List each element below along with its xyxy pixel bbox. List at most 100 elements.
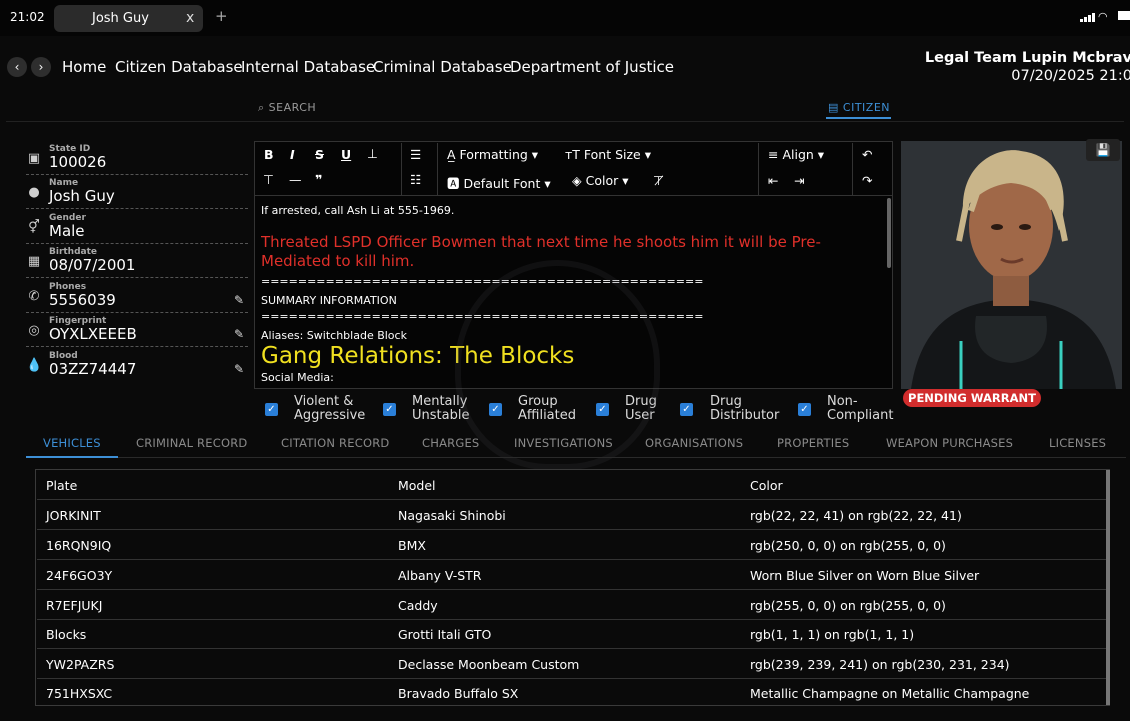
font-label: Default Font bbox=[463, 176, 541, 191]
table-row[interactable]: YW2PAZRS Declasse Moonbeam Custom rgb(23… bbox=[37, 649, 1107, 679]
table-row[interactable]: 16RQN9IQ BMX rgb(250, 0, 0) on rgb(255, … bbox=[37, 530, 1107, 560]
document-icon: ▤ bbox=[828, 101, 843, 114]
editor-scrollbar[interactable] bbox=[887, 198, 891, 268]
tab-charges[interactable]: CHARGES bbox=[422, 436, 479, 450]
nav-citizen-database[interactable]: Citizen Database bbox=[115, 58, 243, 76]
font-size-label: Font Size bbox=[583, 147, 641, 162]
citizen-photo bbox=[901, 141, 1122, 389]
strikethrough-icon[interactable]: S bbox=[315, 147, 324, 162]
search-tab-label: SEARCH bbox=[268, 101, 317, 114]
table-row[interactable]: 751HXSXC Bravado Buffalo SX Metallic Cha… bbox=[37, 678, 1107, 708]
cell-color: rgb(250, 0, 0) on rgb(255, 0, 0) bbox=[750, 538, 946, 553]
toolbar-separator bbox=[852, 143, 853, 195]
violent-checkbox[interactable]: ✓ bbox=[265, 403, 278, 416]
table-header: Plate Model Color bbox=[37, 470, 1107, 500]
tab-weapon-purchases[interactable]: WEAPON PURCHASES bbox=[886, 436, 1013, 450]
search-icon: ⌕ bbox=[258, 101, 269, 114]
new-tab-icon[interactable]: + bbox=[215, 7, 228, 25]
drug-distributor-checkbox[interactable]: ✓ bbox=[680, 403, 693, 416]
field-value: 03ZZ74447 bbox=[49, 360, 137, 378]
field-value: Josh Guy bbox=[49, 187, 115, 205]
edit-pencil-icon[interactable]: ✎ bbox=[234, 327, 244, 341]
cell-color: Metallic Champagne on Metallic Champagne bbox=[750, 686, 1030, 701]
state-id-field: ▣ State ID 100026 bbox=[26, 141, 248, 175]
cell-model: Declasse Moonbeam Custom bbox=[398, 657, 580, 672]
tab-organisations[interactable]: ORGANISATIONS bbox=[645, 436, 743, 450]
edit-pencil-icon[interactable]: ✎ bbox=[234, 362, 244, 376]
person-icon: ● bbox=[28, 185, 40, 200]
tab-vehicles[interactable]: VEHICLES bbox=[43, 436, 101, 450]
table-scrollbar[interactable] bbox=[1106, 470, 1110, 705]
field-value: OYXLXEEEB bbox=[49, 325, 137, 343]
font-size-dropdown[interactable]: ᴛT Font Size ▾ bbox=[565, 147, 651, 162]
toolbar-separator bbox=[401, 143, 402, 195]
cell-plate: YW2PAZRS bbox=[46, 657, 115, 672]
undo-icon[interactable]: ↶ bbox=[862, 147, 872, 162]
blood-drop-icon: 💧 bbox=[26, 358, 43, 373]
non-compliant-checkbox[interactable]: ✓ bbox=[798, 403, 811, 416]
bold-icon[interactable]: B bbox=[264, 147, 274, 162]
back-button[interactable]: ‹ bbox=[7, 57, 27, 77]
horizontal-rule-icon[interactable]: — bbox=[289, 172, 302, 187]
tab-properties[interactable]: PROPERTIES bbox=[777, 436, 849, 450]
blood-field: 💧 Blood 03ZZ74447 ✎ bbox=[26, 348, 248, 382]
signal-icon bbox=[1080, 12, 1096, 22]
clear-format-icon[interactable]: ⊤̸ bbox=[653, 173, 664, 188]
nav-department-of-justice[interactable]: Department of Justice bbox=[510, 58, 674, 76]
edit-pencil-icon[interactable]: ✎ bbox=[234, 293, 244, 307]
font-family-dropdown[interactable]: 🅰 Default Font ▾ bbox=[447, 173, 551, 192]
search-tab[interactable]: ⌕ SEARCH bbox=[258, 101, 316, 115]
tab-licenses[interactable]: LICENSES bbox=[1049, 436, 1106, 450]
table-row[interactable]: 24F6GO3Y Albany V-STR Worn Blue Silver o… bbox=[37, 560, 1107, 590]
cell-color: rgb(239, 239, 241) on rgb(230, 231, 234) bbox=[750, 657, 1010, 672]
italic-icon[interactable]: I bbox=[290, 147, 295, 162]
cell-model: Caddy bbox=[398, 598, 438, 613]
quote-icon[interactable]: ❞ bbox=[315, 172, 322, 187]
editor-toolbar: B I S U ⊥ ⊤ — ❞ ☰ ☷ A̲ Formatting ▾ ᴛT F… bbox=[255, 142, 892, 196]
cell-plate: Blocks bbox=[46, 627, 87, 642]
table-row[interactable]: Blocks Grotti Itali GTO rgb(1, 1, 1) on … bbox=[37, 619, 1107, 649]
nav-internal-database[interactable]: Internal Database bbox=[241, 58, 375, 76]
nav-criminal-database[interactable]: Criminal Database bbox=[373, 58, 512, 76]
formatting-dropdown[interactable]: A̲ Formatting ▾ bbox=[447, 147, 538, 162]
outdent-icon[interactable]: ⇤ bbox=[768, 173, 778, 188]
tab-investigations[interactable]: INVESTIGATIONS bbox=[514, 436, 613, 450]
citizen-tab[interactable]: ▤ CITIZEN bbox=[828, 101, 890, 114]
cell-model: BMX bbox=[398, 538, 426, 553]
color-dropdown[interactable]: ◈ Color ▾ bbox=[572, 173, 628, 188]
subscript-icon[interactable]: ⊥ bbox=[367, 146, 378, 161]
warrant-badge: PENDING WARRANT bbox=[903, 389, 1041, 407]
current-datetime: 07/20/2025 21:0 bbox=[1011, 68, 1130, 84]
toolbar-separator bbox=[437, 143, 438, 195]
header-color: Color bbox=[750, 478, 783, 493]
mentally-unstable-checkbox[interactable]: ✓ bbox=[383, 403, 396, 416]
cell-color: Worn Blue Silver on Worn Blue Silver bbox=[750, 568, 980, 583]
drug-distributor-label: Drug Distributor bbox=[710, 394, 780, 423]
tab-citation-record[interactable]: CITATION RECORD bbox=[281, 436, 389, 450]
active-tab-indicator bbox=[26, 456, 118, 458]
color-label: Color bbox=[585, 173, 619, 188]
redo-icon[interactable]: ↷ bbox=[862, 173, 872, 188]
field-value: 5556039 bbox=[49, 291, 116, 309]
browser-tab[interactable]: Josh Guy x bbox=[54, 5, 203, 32]
field-value: Male bbox=[49, 222, 85, 240]
tab-criminal-record[interactable]: CRIMINAL RECORD bbox=[136, 436, 247, 450]
align-dropdown[interactable]: ≡ Align ▾ bbox=[768, 147, 824, 162]
id-card-icon: ▣ bbox=[27, 151, 41, 166]
nav-home[interactable]: Home bbox=[62, 58, 106, 76]
numbered-list-icon[interactable]: ☷ bbox=[410, 172, 421, 187]
tab-close-icon[interactable]: x bbox=[186, 10, 194, 26]
wifi-icon: ◠ bbox=[1098, 10, 1108, 23]
superscript-icon[interactable]: ⊤ bbox=[263, 172, 274, 187]
divider bbox=[6, 121, 1124, 122]
indent-icon[interactable]: ⇥ bbox=[794, 173, 804, 188]
table-row[interactable]: R7EFJUKJ Caddy rgb(255, 0, 0) on rgb(255… bbox=[37, 590, 1107, 620]
table-row[interactable]: JORKINIT Nagasaki Shinobi rgb(22, 22, 41… bbox=[37, 500, 1107, 530]
name-field: ● Name Josh Guy bbox=[26, 175, 248, 209]
save-icon[interactable]: 💾 bbox=[1086, 139, 1120, 161]
phone-icon: ✆ bbox=[28, 289, 40, 304]
underline-icon[interactable]: U bbox=[341, 147, 351, 162]
fingerprint-field: ◎ Fingerprint OYXLXEEEB ✎ bbox=[26, 313, 248, 347]
bullet-list-icon[interactable]: ☰ bbox=[410, 147, 421, 162]
forward-button[interactable]: › bbox=[31, 57, 51, 77]
